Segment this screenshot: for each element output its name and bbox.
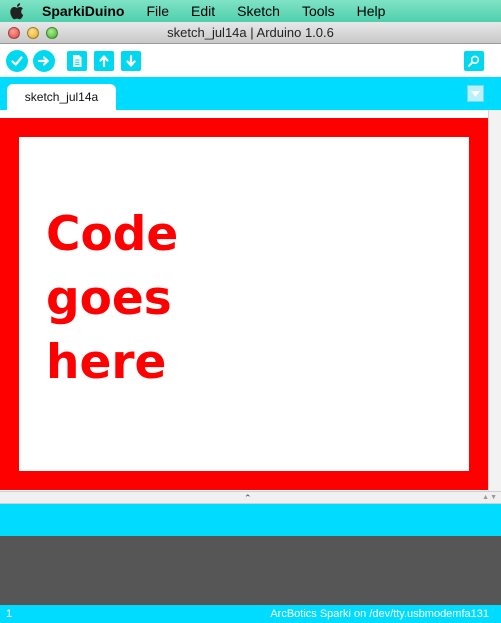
code-line-1: Code xyxy=(46,207,179,262)
menu-bar: SparkiDuino File Edit Sketch Tools Help xyxy=(0,0,501,22)
code-text: Code goes here xyxy=(46,203,178,395)
open-button[interactable] xyxy=(94,51,114,71)
zoom-window-button[interactable] xyxy=(46,27,58,39)
upload-button[interactable] xyxy=(33,50,55,72)
menu-sketch[interactable]: Sketch xyxy=(237,3,280,19)
status-line-number: 1 xyxy=(6,608,13,620)
menu-tools[interactable]: Tools xyxy=(302,3,335,19)
divider-grip-icon[interactable]: ⌃ xyxy=(244,493,252,504)
message-area xyxy=(0,504,501,536)
tab-label: sketch_jul14a xyxy=(24,90,99,104)
window-title: sketch_jul14a | Arduino 1.0.6 xyxy=(167,25,334,40)
split-divider[interactable]: ⌃ ▲▼ xyxy=(0,491,501,504)
code-editor[interactable]: Code goes here xyxy=(0,110,501,491)
minimize-window-button[interactable] xyxy=(27,27,39,39)
menu-help[interactable]: Help xyxy=(357,3,386,19)
editor-vertical-scrollbar[interactable] xyxy=(488,110,501,491)
menu-app-sparkiduino[interactable]: SparkiDuino xyxy=(42,3,124,19)
tab-sketch-jul14a[interactable]: sketch_jul14a xyxy=(7,84,116,110)
status-board-port: ArcBotics Sparki on /dev/tty.usbmodemfa1… xyxy=(270,608,489,620)
magnifier-icon xyxy=(468,55,480,67)
arrow-down-icon xyxy=(126,54,136,67)
tab-strip: sketch_jul14a xyxy=(0,77,501,110)
console-output[interactable] xyxy=(0,536,501,605)
save-button[interactable] xyxy=(121,51,141,71)
new-button[interactable] xyxy=(67,51,87,71)
arrow-right-icon xyxy=(37,56,49,66)
menu-file[interactable]: File xyxy=(146,3,169,19)
document-icon xyxy=(73,55,82,67)
arrow-up-icon xyxy=(99,55,109,68)
triangle-down-icon xyxy=(471,90,480,97)
tab-menu-button[interactable] xyxy=(467,85,484,102)
code-line-3: here xyxy=(46,335,167,390)
menu-edit[interactable]: Edit xyxy=(191,3,215,19)
serial-monitor-button[interactable] xyxy=(464,51,484,71)
checkmark-icon xyxy=(11,56,23,66)
scroll-arrows-icon[interactable]: ▲▼ xyxy=(482,494,498,501)
toolbar xyxy=(0,45,501,77)
code-line-2: goes xyxy=(46,271,172,326)
verify-button[interactable] xyxy=(6,50,28,72)
code-highlight-frame: Code goes here xyxy=(0,118,488,490)
window-controls xyxy=(8,27,58,39)
apple-icon[interactable] xyxy=(10,2,28,20)
close-window-button[interactable] xyxy=(8,27,20,39)
status-bar: 1 ArcBotics Sparki on /dev/tty.usbmodemf… xyxy=(0,605,501,623)
window-title-bar: sketch_jul14a | Arduino 1.0.6 xyxy=(0,22,501,44)
